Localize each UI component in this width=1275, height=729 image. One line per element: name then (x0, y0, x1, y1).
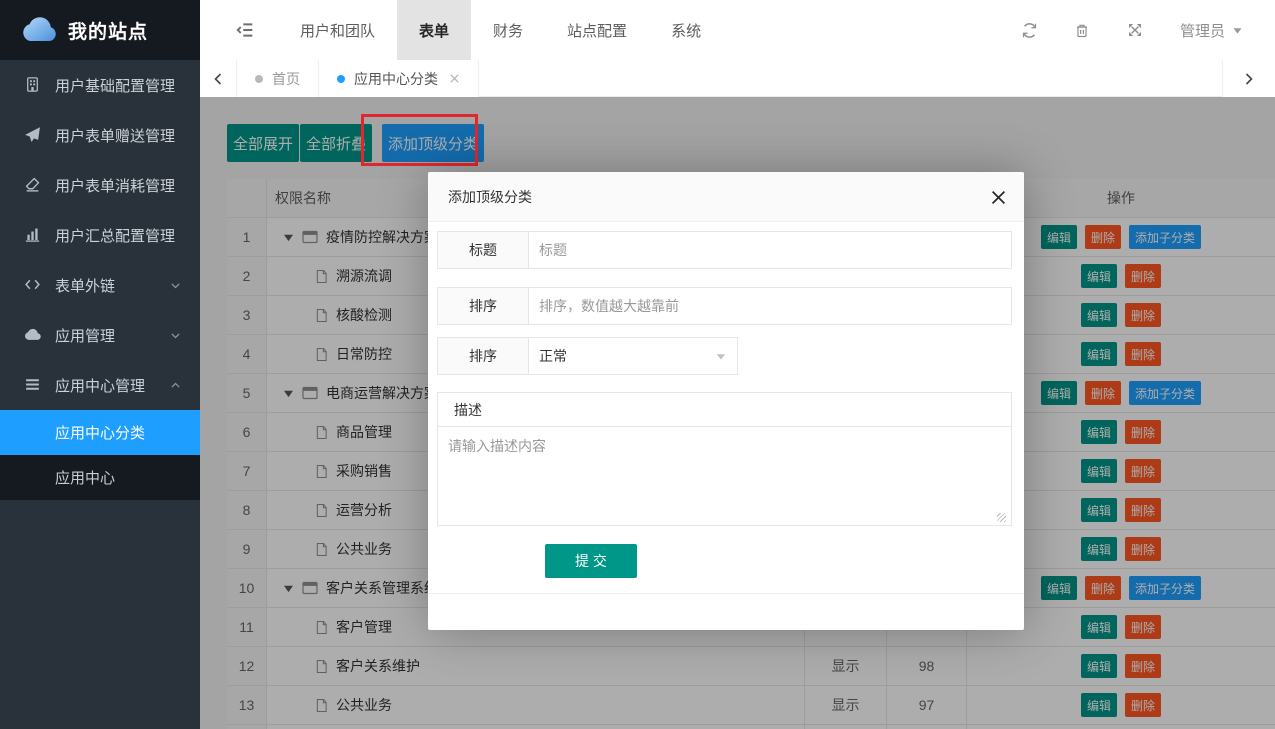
tab-status-dot (337, 75, 345, 83)
tab-active[interactable]: 应用中心分类 (319, 60, 479, 97)
sidebar-item[interactable]: 表单外链 (0, 260, 200, 310)
sidebar-item-label: 用户表单赠送管理 (55, 125, 175, 146)
sidebar-subitem[interactable]: 应用中心 (0, 455, 200, 500)
sidebar-item-label: 用户基础配置管理 (55, 75, 175, 96)
eraser-icon (24, 176, 42, 194)
top-header: 我的站点 用户和团队 表单 财务 站点配置 系统 管理员 (0, 0, 1275, 60)
brand-logo: 我的站点 (0, 0, 200, 60)
sidebar: 用户基础配置管理用户表单赠送管理用户表单消耗管理用户汇总配置管理表单外链应用管理… (0, 60, 200, 729)
tabs-scroll-left-icon[interactable] (200, 60, 237, 97)
top-nav-item-label: 表单 (419, 20, 449, 41)
user-label: 管理员 (1180, 20, 1225, 41)
sidebar-subitem-label: 应用中心分类 (55, 422, 145, 443)
state-select-value: 正常 (539, 346, 567, 366)
sidebar-item-label: 表单外链 (55, 275, 115, 296)
annotation-highlight-box (361, 114, 478, 166)
sidebar-item[interactable]: 应用中心管理 (0, 360, 200, 410)
sidebar-item[interactable]: 用户表单消耗管理 (0, 160, 200, 210)
chevron-down-icon (169, 279, 182, 292)
site-name: 我的站点 (68, 17, 148, 44)
state-select[interactable]: 正常 (529, 338, 737, 374)
submit-button[interactable]: 提 交 (545, 544, 637, 578)
tab-label: 首页 (272, 69, 300, 89)
chevron-up-icon (169, 379, 182, 392)
sidebar-item-label: 应用中心管理 (55, 375, 145, 396)
description-field-label: 描述 (437, 392, 1012, 427)
tab-item[interactable]: 首页 (237, 60, 319, 97)
refresh-icon[interactable] (1021, 22, 1038, 39)
top-nav-item[interactable]: 表单 (397, 0, 471, 60)
add-top-category-dialog: 添加顶级分类 标题 排序 排序 正常 描述 提 交 (428, 172, 1024, 630)
tab-status-dot (255, 75, 263, 83)
user-menu[interactable]: 管理员 (1180, 20, 1243, 41)
bar-chart-icon (24, 226, 42, 244)
sidebar-item[interactable]: 用户基础配置管理 (0, 60, 200, 110)
dialog-footer-divider (428, 593, 1024, 594)
trash-icon[interactable] (1074, 22, 1091, 39)
sidebar-item[interactable]: 应用管理 (0, 310, 200, 360)
caret-down-icon (1232, 26, 1243, 35)
sidebar-subitem-label: 应用中心 (55, 467, 115, 488)
top-nav-item[interactable]: 财务 (471, 0, 545, 60)
sort-input[interactable] (529, 288, 1011, 324)
sidebar-item[interactable]: 用户汇总配置管理 (0, 210, 200, 260)
top-nav-item[interactable]: 系统 (649, 0, 723, 60)
sidebar-item[interactable]: 用户表单赠送管理 (0, 110, 200, 160)
chevron-down-icon (169, 329, 182, 342)
fullscreen-icon[interactable] (1127, 22, 1144, 39)
tab-label: 应用中心分类 (354, 69, 438, 89)
textarea-resize-handle[interactable] (997, 513, 1006, 522)
dialog-header: 添加顶级分类 (428, 172, 1024, 222)
description-textarea[interactable] (437, 426, 1012, 526)
tabs-scroll-right-icon[interactable] (1222, 60, 1275, 97)
sidebar-item-label: 应用管理 (55, 325, 115, 346)
tab-close-icon[interactable] (449, 73, 460, 84)
sidebar-subitem[interactable]: 应用中心分类 (0, 410, 200, 455)
title-field-label: 标题 (438, 232, 529, 268)
cloud-icon (24, 326, 42, 344)
top-nav-item[interactable]: 站点配置 (545, 0, 649, 60)
tab-bar: 首页 应用中心分类 (200, 60, 1275, 97)
content-frame: 全部展开全部折叠添加顶级分类 权限名称操作1疫情防控解决方案编辑删除添加子分类2… (200, 97, 1275, 729)
top-nav-item-label: 财务 (493, 20, 523, 41)
title-input[interactable] (529, 232, 1011, 268)
top-nav-item[interactable]: 用户和团队 (278, 0, 397, 60)
menu-fold-icon[interactable] (234, 19, 256, 41)
select-caret-down-icon (715, 352, 727, 361)
send-icon (24, 126, 42, 144)
sort-field-label: 排序 (438, 288, 529, 324)
top-nav-item-label: 站点配置 (567, 20, 627, 41)
sidebar-item-label: 用户汇总配置管理 (55, 225, 175, 246)
top-nav-item-label: 系统 (671, 20, 701, 41)
dialog-title: 添加顶级分类 (448, 187, 532, 207)
cloud-logo-icon (20, 17, 58, 43)
list-icon (24, 376, 42, 394)
state-field-label: 排序 (438, 338, 529, 374)
code-link-icon (24, 276, 42, 294)
building-icon (24, 76, 42, 94)
close-icon[interactable] (988, 187, 1008, 207)
sidebar-submenu: 应用中心分类应用中心 (0, 410, 200, 500)
sidebar-item-label: 用户表单消耗管理 (55, 175, 175, 196)
top-nav-item-label: 用户和团队 (300, 20, 375, 41)
